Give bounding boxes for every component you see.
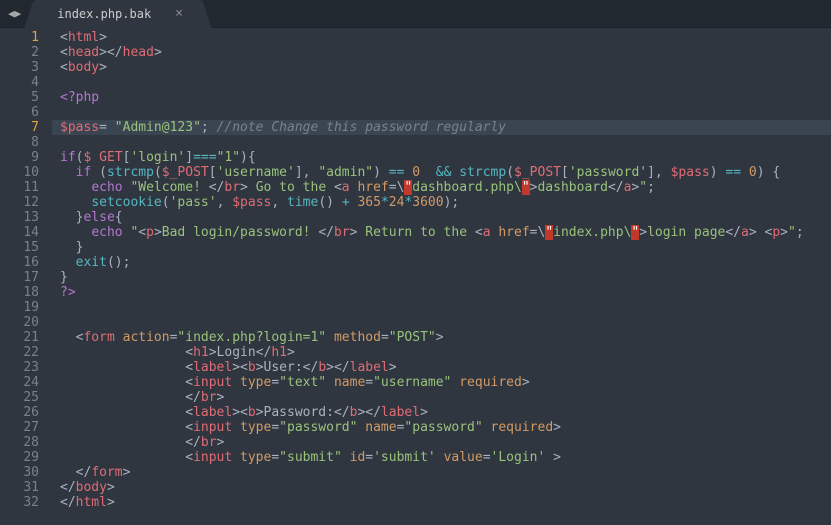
- code-line[interactable]: </html>: [60, 495, 831, 510]
- line-number: 21: [6, 330, 39, 345]
- line-number: 10: [6, 165, 39, 180]
- code-line[interactable]: </form>: [60, 465, 831, 480]
- line-number: 2: [6, 45, 39, 60]
- nav-back-icon[interactable]: ◀: [8, 7, 13, 20]
- line-number: 27: [6, 420, 39, 435]
- line-number: 29: [6, 450, 39, 465]
- line-number: 20: [6, 315, 39, 330]
- editor: 1234567891011121314151617181920212223242…: [0, 28, 831, 525]
- line-number: 14: [6, 225, 39, 240]
- code-line[interactable]: [60, 300, 831, 315]
- code-line[interactable]: <form action="index.php?login=1" method=…: [60, 330, 831, 345]
- code-line[interactable]: }: [60, 240, 831, 255]
- code-line[interactable]: [60, 105, 831, 120]
- code-line[interactable]: </br>: [60, 390, 831, 405]
- close-icon[interactable]: ×: [175, 6, 183, 21]
- code-line[interactable]: <body>: [60, 60, 831, 75]
- gutter: 1234567891011121314151617181920212223242…: [0, 28, 52, 525]
- line-number: 18: [6, 285, 39, 300]
- line-number: 6: [6, 105, 39, 120]
- line-number: 4: [6, 75, 39, 90]
- code-line[interactable]: exit();: [60, 255, 831, 270]
- line-number: 16: [6, 255, 39, 270]
- line-number: 17: [6, 270, 39, 285]
- code-area[interactable]: <html><head></head><body> <?php $pass= "…: [52, 28, 831, 525]
- code-line[interactable]: <?php: [60, 90, 831, 105]
- nav-fwd-icon[interactable]: ▶: [15, 7, 20, 20]
- code-line[interactable]: $pass= "Admin@123"; //note Change this p…: [52, 120, 831, 135]
- tab-index-php-bak[interactable]: index.php.bak ×: [39, 0, 197, 28]
- line-number: 23: [6, 360, 39, 375]
- line-number: 1: [6, 30, 39, 45]
- line-number: 15: [6, 240, 39, 255]
- line-number: 32: [6, 495, 39, 510]
- code-line[interactable]: echo "Welcome! </br> Go to the <a href=\…: [60, 180, 831, 195]
- code-line[interactable]: if (strcmp($_POST['username'], "admin") …: [60, 165, 831, 180]
- line-number: 13: [6, 210, 39, 225]
- line-number: 22: [6, 345, 39, 360]
- tab-title: index.php.bak: [57, 7, 151, 21]
- code-line[interactable]: <input type="text" name="username" requi…: [60, 375, 831, 390]
- line-number: 31: [6, 480, 39, 495]
- line-number: 24: [6, 375, 39, 390]
- code-line[interactable]: [60, 135, 831, 150]
- code-line[interactable]: </br>: [60, 435, 831, 450]
- code-line[interactable]: <input type="password" name="password" r…: [60, 420, 831, 435]
- code-line[interactable]: setcookie('pass', $pass, time() + 365*24…: [60, 195, 831, 210]
- code-line[interactable]: <html>: [60, 30, 831, 45]
- code-line[interactable]: [60, 315, 831, 330]
- line-number: 12: [6, 195, 39, 210]
- code-line[interactable]: [60, 75, 831, 90]
- titlebar: ◀ ▶ index.php.bak ×: [0, 0, 831, 28]
- code-line[interactable]: ?>: [60, 285, 831, 300]
- line-number: 30: [6, 465, 39, 480]
- line-number: 9: [6, 150, 39, 165]
- code-line[interactable]: }else{: [60, 210, 831, 225]
- line-number: 5: [6, 90, 39, 105]
- code-line[interactable]: if($ GET['login']==="1"){: [60, 150, 831, 165]
- line-number: 11: [6, 180, 39, 195]
- line-number: 28: [6, 435, 39, 450]
- code-line[interactable]: <head></head>: [60, 45, 831, 60]
- line-number: 19: [6, 300, 39, 315]
- code-line[interactable]: <label><b>Password:</b></label>: [60, 405, 831, 420]
- line-number: 8: [6, 135, 39, 150]
- code-line[interactable]: <h1>Login</h1>: [60, 345, 831, 360]
- code-line[interactable]: }: [60, 270, 831, 285]
- code-line[interactable]: <input type="submit" id='submit' value='…: [60, 450, 831, 465]
- line-number: 26: [6, 405, 39, 420]
- code-line[interactable]: <label><b>User:</b></label>: [60, 360, 831, 375]
- line-number: 7: [6, 120, 39, 135]
- line-number: 25: [6, 390, 39, 405]
- nav-arrows: ◀ ▶: [0, 7, 27, 20]
- line-number: 3: [6, 60, 39, 75]
- code-line[interactable]: echo "<p>Bad login/password! </br> Retur…: [60, 225, 831, 240]
- code-line[interactable]: </body>: [60, 480, 831, 495]
